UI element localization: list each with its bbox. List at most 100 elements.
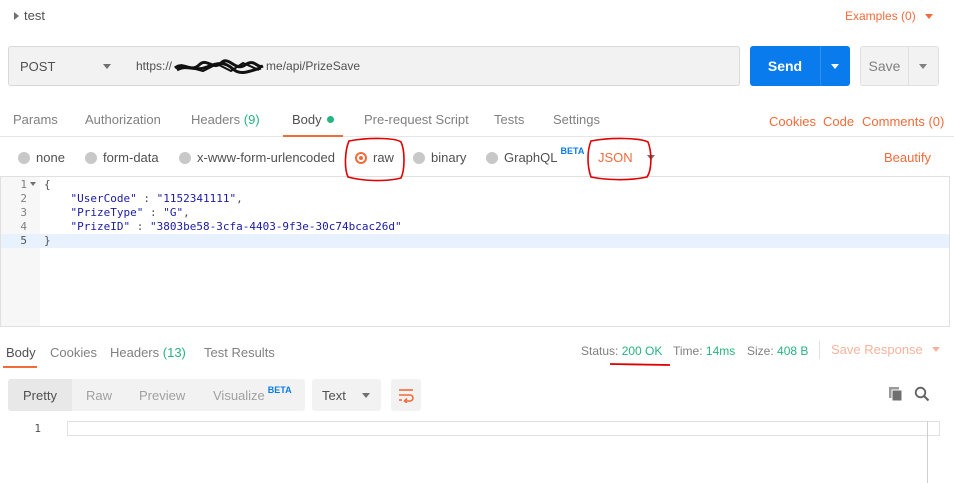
- save-response-button[interactable]: Save Response: [831, 342, 940, 357]
- radio-raw[interactable]: raw: [355, 150, 394, 165]
- divider: [820, 46, 821, 86]
- response-format-select[interactable]: Text: [312, 379, 381, 411]
- tab-pre-request-script[interactable]: Pre-request Script: [364, 112, 469, 127]
- save-button[interactable]: Save: [860, 46, 939, 86]
- tab-headers[interactable]: Headers (9): [191, 112, 260, 127]
- time-value: 14ms: [705, 344, 736, 358]
- scrollbar[interactable]: [927, 421, 928, 483]
- save-label: Save: [868, 58, 901, 74]
- json-comma: ,: [236, 192, 243, 205]
- url-prefix: https://: [136, 59, 173, 73]
- radio-graphql[interactable]: GraphQL BETA: [486, 146, 584, 165]
- send-label: Send: [767, 58, 803, 74]
- cookies-link[interactable]: Cookies: [769, 114, 816, 129]
- expand-triangle-icon[interactable]: [14, 11, 19, 20]
- json-value: "G": [163, 206, 184, 219]
- size-label: Size:: [747, 344, 774, 358]
- examples-dropdown[interactable]: Examples (0): [845, 9, 933, 23]
- tab-count: (13): [162, 345, 186, 360]
- wrap-lines-icon: [399, 389, 414, 403]
- chevron-down-icon: [103, 64, 111, 69]
- chevron-down-icon[interactable]: [919, 63, 927, 69]
- json-key: "PrizeType": [70, 206, 144, 219]
- json-sep: :: [130, 220, 150, 233]
- resp-tab-headers[interactable]: Headers (13): [110, 345, 186, 360]
- line-number: 1: [34, 422, 41, 435]
- active-tab-underline: [3, 366, 37, 368]
- size-readout[interactable]: Size: 408 B: [747, 344, 808, 358]
- code-line: "PrizeID" : "3803be58-3cfa-4403-9f3e-30c…: [44, 220, 402, 234]
- radio-form-data[interactable]: form-data: [85, 150, 159, 165]
- url-input[interactable]: https:// me/api/PrizeSave: [124, 46, 740, 86]
- tab-params[interactable]: Params: [13, 112, 58, 127]
- radio-label: none: [36, 150, 65, 165]
- divider: [908, 47, 909, 85]
- beautify-link[interactable]: Beautify: [884, 150, 931, 165]
- beta-badge: BETA: [267, 385, 292, 395]
- active-line-highlight: [1, 234, 949, 248]
- tab-settings[interactable]: Settings: [553, 112, 600, 127]
- view-pretty-button[interactable]: Pretty: [23, 388, 57, 403]
- comments-link[interactable]: Comments (0): [862, 114, 944, 129]
- divider: [819, 341, 820, 359]
- save-response-label: Save Response: [831, 342, 923, 357]
- tab-label: Headers: [110, 345, 160, 360]
- fold-arrow-icon[interactable]: [30, 182, 36, 186]
- view-visualize-button[interactable]: Visualize BETA: [213, 385, 292, 403]
- resp-tab-cookies[interactable]: Cookies: [50, 345, 97, 360]
- redaction-scribble: [173, 59, 265, 75]
- radio-label: binary: [431, 150, 467, 165]
- time-label: Time:: [673, 344, 703, 358]
- line-number: 2: [20, 192, 27, 205]
- tab-label: Cookies: [50, 345, 97, 360]
- chevron-down-icon: [361, 392, 370, 398]
- json-comma: ,: [183, 206, 190, 219]
- request-tabs: Params Authorization Headers (9) Body Pr…: [0, 101, 954, 137]
- tab-label: Tests: [494, 112, 525, 127]
- code-link[interactable]: Code: [823, 114, 854, 129]
- resp-tab-body[interactable]: Body: [6, 345, 36, 360]
- send-button[interactable]: Send: [750, 46, 850, 86]
- response-tabs: Body Cookies Headers (13) Test Results S…: [0, 337, 954, 368]
- radio-label: x-www-form-urlencoded: [197, 150, 335, 165]
- view-preview-button[interactable]: Preview: [139, 388, 185, 403]
- tab-tests[interactable]: Tests: [494, 112, 524, 127]
- line-number: 4: [20, 220, 27, 233]
- search-icon[interactable]: [914, 386, 930, 405]
- line-number: 3: [20, 206, 27, 219]
- time-readout[interactable]: Time: 14ms: [673, 344, 735, 358]
- code-brace: {: [44, 178, 51, 191]
- beta-badge: BETA: [560, 145, 585, 156]
- radio-binary[interactable]: binary: [413, 150, 466, 165]
- radio-label: form-data: [103, 150, 159, 165]
- tab-label: Body: [6, 345, 36, 360]
- tab-label: Body: [292, 112, 322, 127]
- request-name[interactable]: test: [14, 8, 45, 23]
- tab-authorization[interactable]: Authorization: [85, 112, 161, 127]
- json-sep: :: [136, 192, 157, 205]
- tab-label: Headers: [191, 112, 241, 127]
- json-value: "3803be58-3cfa-4403-9f3e-30c74bcac26d": [149, 220, 402, 233]
- wrap-lines-button[interactable]: [391, 379, 421, 411]
- radio-circle-icon: [486, 151, 498, 164]
- code-line: }: [44, 234, 51, 248]
- json-key: "PrizeID": [70, 220, 131, 233]
- examples-label: Examples (0): [845, 9, 916, 23]
- method-select[interactable]: POST: [8, 46, 125, 86]
- copy-icon[interactable]: [888, 386, 904, 405]
- chevron-down-icon[interactable]: [831, 63, 839, 69]
- tab-body[interactable]: Body: [292, 112, 334, 127]
- radio-circle-icon: [85, 151, 97, 164]
- json-value: "1152341111": [156, 192, 237, 205]
- language-select[interactable]: JSON: [598, 150, 655, 165]
- status-value: 200 OK: [621, 344, 663, 358]
- radio-x-www-form-urlencoded[interactable]: x-www-form-urlencoded: [179, 150, 335, 165]
- tab-count: (9): [243, 112, 260, 127]
- radio-none[interactable]: none: [18, 150, 65, 165]
- response-body[interactable]: [67, 421, 940, 436]
- status-readout[interactable]: Status: 200 OK: [581, 344, 662, 358]
- view-raw-button[interactable]: Raw: [86, 388, 112, 403]
- line-number: 5: [20, 234, 27, 247]
- resp-tab-test-results[interactable]: Test Results: [204, 345, 275, 360]
- body-editor[interactable]: 1 2 3 4 5 { "UserCode" : "1152341111", "…: [0, 176, 950, 327]
